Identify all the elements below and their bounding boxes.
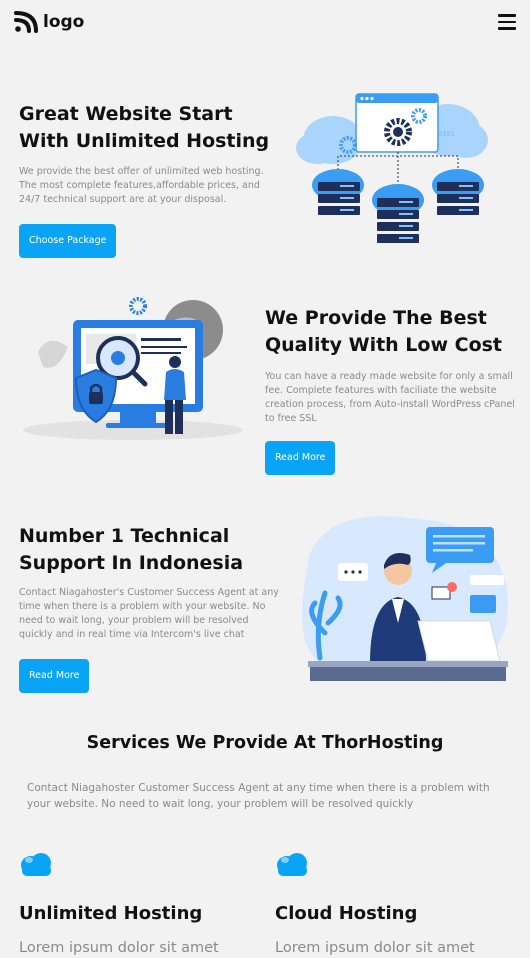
security-illustration xyxy=(23,297,243,440)
services-title: Services We Provide At ThorHosting xyxy=(86,733,444,753)
service-card-unlimited-hosting[interactable]: Unlimited Hosting Lorem ipsum dolor sit … xyxy=(19,851,219,956)
choose-package-button[interactable]: Choose Package xyxy=(19,224,117,258)
service-title: Cloud Hosting xyxy=(275,903,418,924)
quality-section: We Provide The Best Quality With Low Cos… xyxy=(265,305,520,475)
rss-icon xyxy=(14,11,38,33)
customer-support-illustration xyxy=(302,516,509,681)
support-description: Contact Niagahoster's Customer Success A… xyxy=(19,587,279,640)
service-text: Lorem ipsum dolor sit amet xyxy=(19,940,219,956)
hamburger-menu-icon[interactable] xyxy=(498,14,516,30)
cloud-server-illustration: 0101 xyxy=(296,93,488,243)
support-read-more-button[interactable]: Read More xyxy=(19,659,90,693)
hero-title: Great Website Start With Unlimited Hosti… xyxy=(19,103,270,152)
cloud-icon xyxy=(21,853,51,876)
quality-title: We Provide The Best Quality With Low Cos… xyxy=(265,307,503,356)
service-card-cloud-hosting[interactable]: Cloud Hosting Lorem ipsum dolor sit amet xyxy=(275,851,475,956)
support-title: Number 1 Technical Support In Indonesia xyxy=(19,525,244,574)
quality-description: You can have a ready made website for on… xyxy=(265,371,515,424)
hero-section: Great Website Start With Unlimited Hosti… xyxy=(19,101,289,258)
services-description: Contact Niagahoster Customer Success Age… xyxy=(27,782,490,810)
service-text: Lorem ipsum dolor sit amet xyxy=(275,940,475,956)
cloud-icon xyxy=(277,853,307,876)
hero-description: We provide the best offer of unlimited w… xyxy=(19,166,264,205)
quality-read-more-button[interactable]: Read More xyxy=(265,441,336,475)
site-header: logo xyxy=(0,0,530,46)
logo-text: logo xyxy=(43,12,85,32)
svg-text:0101: 0101 xyxy=(438,130,455,138)
logo[interactable]: logo xyxy=(14,11,84,33)
support-section: Number 1 Technical Support In Indonesia … xyxy=(19,523,279,693)
service-title: Unlimited Hosting xyxy=(19,903,203,924)
